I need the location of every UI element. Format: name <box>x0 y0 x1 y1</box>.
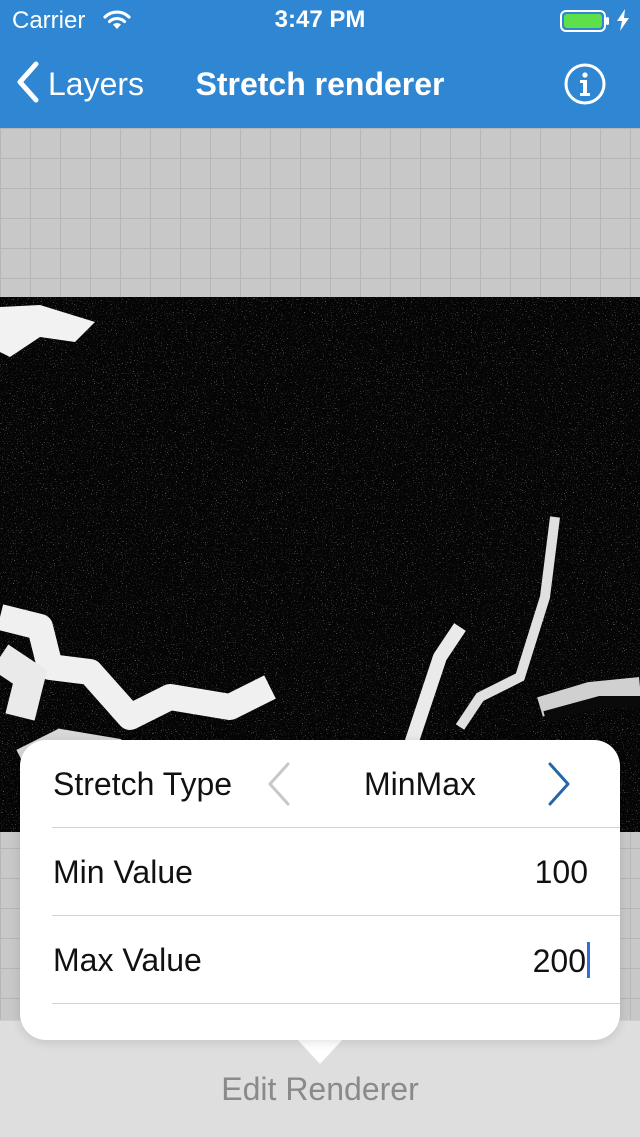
info-icon <box>563 63 607 110</box>
max-value-field[interactable]: 200 <box>533 942 590 980</box>
renderer-settings-popover: Stretch Type MinMax Min Value 100 Max Va… <box>20 740 620 1040</box>
stretch-type-row: Stretch Type MinMax <box>20 740 620 828</box>
navigation-bar: Carrier 3:47 PM Layers Stretch renderer <box>0 0 640 128</box>
max-value-row: Max Value 200 <box>20 916 620 1004</box>
next-stretch-type-button[interactable] <box>544 760 574 813</box>
divider <box>52 1003 620 1004</box>
status-time: 3:47 PM <box>274 6 366 33</box>
edit-renderer-button[interactable]: Edit Renderer <box>0 1071 640 1108</box>
page-title: Stretch renderer <box>195 66 445 102</box>
max-value-label: Max Value <box>53 942 202 978</box>
stretch-type-label: Stretch Type <box>53 766 233 802</box>
stretch-type-value: MinMax <box>363 766 476 802</box>
info-button[interactable] <box>563 62 607 111</box>
min-value-field[interactable]: 100 <box>535 854 588 891</box>
previous-stretch-type-button[interactable] <box>264 760 294 813</box>
max-value-text: 200 <box>532 943 586 979</box>
chevron-right-icon <box>544 762 574 812</box>
min-value-row: Min Value 100 <box>20 828 620 916</box>
chevron-left-icon <box>264 762 294 812</box>
popover-arrow <box>296 1038 344 1064</box>
charging-bolt-icon <box>616 9 630 36</box>
battery-icon <box>560 10 610 37</box>
min-value-label: Min Value <box>53 854 193 890</box>
text-cursor <box>587 942 590 978</box>
